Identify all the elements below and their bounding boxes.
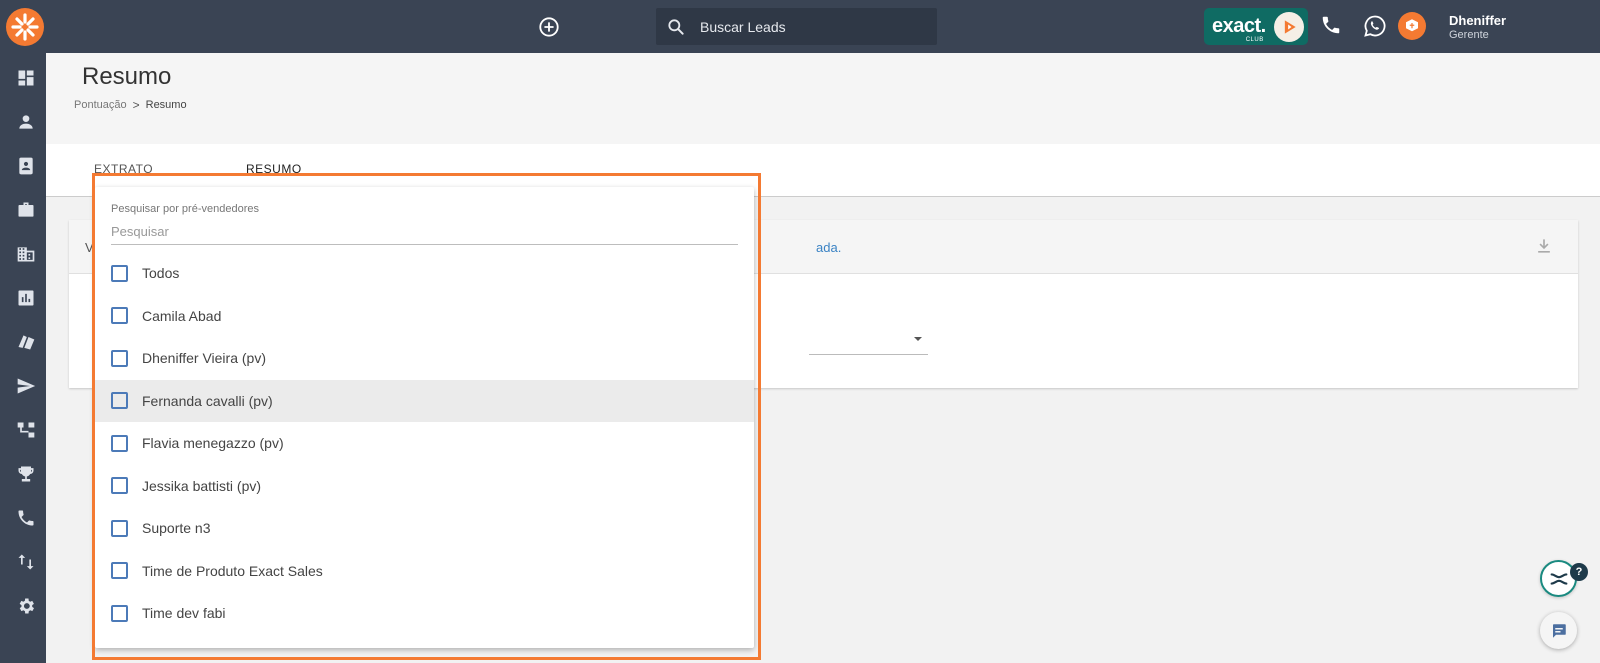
send-icon[interactable] — [16, 376, 36, 396]
hierarchy-icon[interactable] — [16, 420, 36, 440]
exact-club-badge[interactable]: exact. CLUB — [1204, 8, 1308, 45]
building-icon[interactable] — [16, 244, 36, 264]
swap-icon[interactable] — [16, 552, 36, 572]
logo-icon[interactable] — [6, 8, 44, 46]
page-title: Resumo — [82, 63, 172, 90]
play-icon — [1274, 12, 1304, 42]
lead-search[interactable] — [656, 8, 937, 45]
download-icon[interactable] — [1534, 236, 1554, 256]
lead-search-input[interactable] — [700, 18, 920, 35]
user-name[interactable]: Dheniffer — [1449, 13, 1506, 28]
chevron-right-icon: > — [132, 98, 140, 112]
help-logo-icon — [1550, 572, 1567, 585]
phone-icon[interactable] — [1320, 14, 1344, 38]
highlight-frame — [92, 173, 761, 660]
contacts-icon[interactable] — [16, 156, 36, 176]
breadcrumb-parent[interactable]: Pontuação — [74, 99, 127, 111]
chart-icon[interactable] — [16, 288, 36, 308]
help-badge[interactable]: ? — [1570, 563, 1588, 581]
select-underline — [809, 354, 928, 355]
top-bar: exact.CLUB Dheniffer Gerente — [0, 0, 1600, 53]
breadcrumb-current: Resumo — [145, 99, 187, 111]
chat-icon — [1552, 623, 1566, 638]
person-icon[interactable] — [16, 112, 36, 132]
notification-icon[interactable] — [1398, 12, 1426, 40]
whatsapp-icon[interactable] — [1363, 14, 1387, 38]
chat-button[interactable] — [1540, 612, 1577, 649]
tickets-icon[interactable] — [16, 332, 36, 352]
card-link[interactable]: ada. — [816, 240, 841, 255]
page-header: Resumo Pontuação > Resumo — [46, 53, 1600, 144]
search-icon — [668, 18, 684, 35]
dashboard-icon[interactable] — [16, 68, 36, 88]
add-circle-icon[interactable] — [538, 16, 560, 38]
settings-icon[interactable] — [16, 596, 36, 616]
briefcase-icon[interactable] — [16, 200, 36, 220]
trophy-icon[interactable] — [16, 464, 36, 484]
phone-icon[interactable] — [16, 508, 36, 528]
logo-star-icon — [11, 13, 39, 41]
exact-club-label: CLUB — [1245, 37, 1264, 43]
sidebar — [0, 53, 46, 663]
user-role: Gerente — [1449, 29, 1489, 41]
exact-brand-text: exact. CLUB — [1212, 15, 1266, 43]
caret-down-icon[interactable] — [911, 332, 925, 346]
breadcrumb: Pontuação > Resumo — [74, 98, 187, 112]
